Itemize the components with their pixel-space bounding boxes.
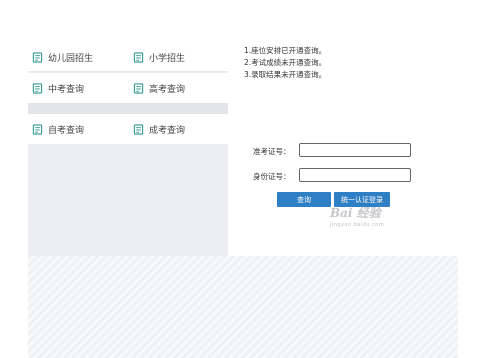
hatched-background-area	[28, 256, 458, 358]
notice-list: 1.座位安排已开通查询。 2.考试成绩未开通查询。 3.录取结果未开通查询。	[244, 45, 326, 81]
watermark-logo: Bai 经验	[330, 206, 381, 220]
notice-line: 1.座位安排已开通查询。	[244, 46, 327, 55]
nav-item-adult-exam-query[interactable]: 成考查询	[133, 122, 185, 136]
nav-item-zhongkao-query[interactable]: 中考查询	[32, 81, 84, 95]
document-icon	[32, 123, 43, 135]
nav-item-kindergarten-enrollment[interactable]: 幼儿园招生	[32, 50, 93, 64]
watermark: Bai 经验 jingyan.baidu.com	[330, 204, 384, 228]
exam-id-input[interactable]	[299, 143, 411, 157]
nav-row: 幼儿园招生 小学招生	[28, 42, 228, 72]
exam-id-label: 准考证号：	[253, 147, 291, 156]
nav-row: 中考查询 高考查询	[28, 73, 228, 103]
document-icon	[133, 51, 144, 63]
nav-item-label: 高考查询	[149, 84, 186, 95]
nav-item-label: 幼儿园招生	[48, 53, 94, 64]
document-icon	[133, 82, 144, 94]
section-divider-band	[28, 103, 228, 114]
id-card-label: 身份证号：	[253, 172, 291, 181]
document-icon	[133, 123, 144, 135]
nav-item-label: 自考查询	[48, 125, 85, 136]
notice-line: 3.录取结果未开通查询。	[244, 70, 327, 79]
document-icon	[32, 82, 43, 94]
divider	[28, 71, 228, 72]
nav-item-self-study-exam-query[interactable]: 自考查询	[32, 122, 84, 136]
nav-item-label: 中考查询	[48, 84, 85, 95]
nav-row: 自考查询 成考查询	[28, 114, 228, 144]
nav-item-gaokao-query[interactable]: 高考查询	[133, 81, 185, 95]
nav-item-label: 成考查询	[149, 125, 186, 136]
query-button[interactable]: 查询	[277, 192, 331, 207]
document-icon	[32, 51, 43, 63]
notice-line: 2.考试成绩未开通查询。	[244, 58, 327, 67]
watermark-url: jingyan.baidu.com	[330, 222, 385, 228]
exam-nav-panel: 幼儿园招生 小学招生 中考查询 高考查询 自考查询 成考查询	[28, 42, 228, 256]
id-card-input[interactable]	[299, 168, 411, 182]
nav-item-primary-school-enrollment[interactable]: 小学招生	[133, 50, 185, 64]
nav-item-label: 小学招生	[149, 53, 186, 64]
